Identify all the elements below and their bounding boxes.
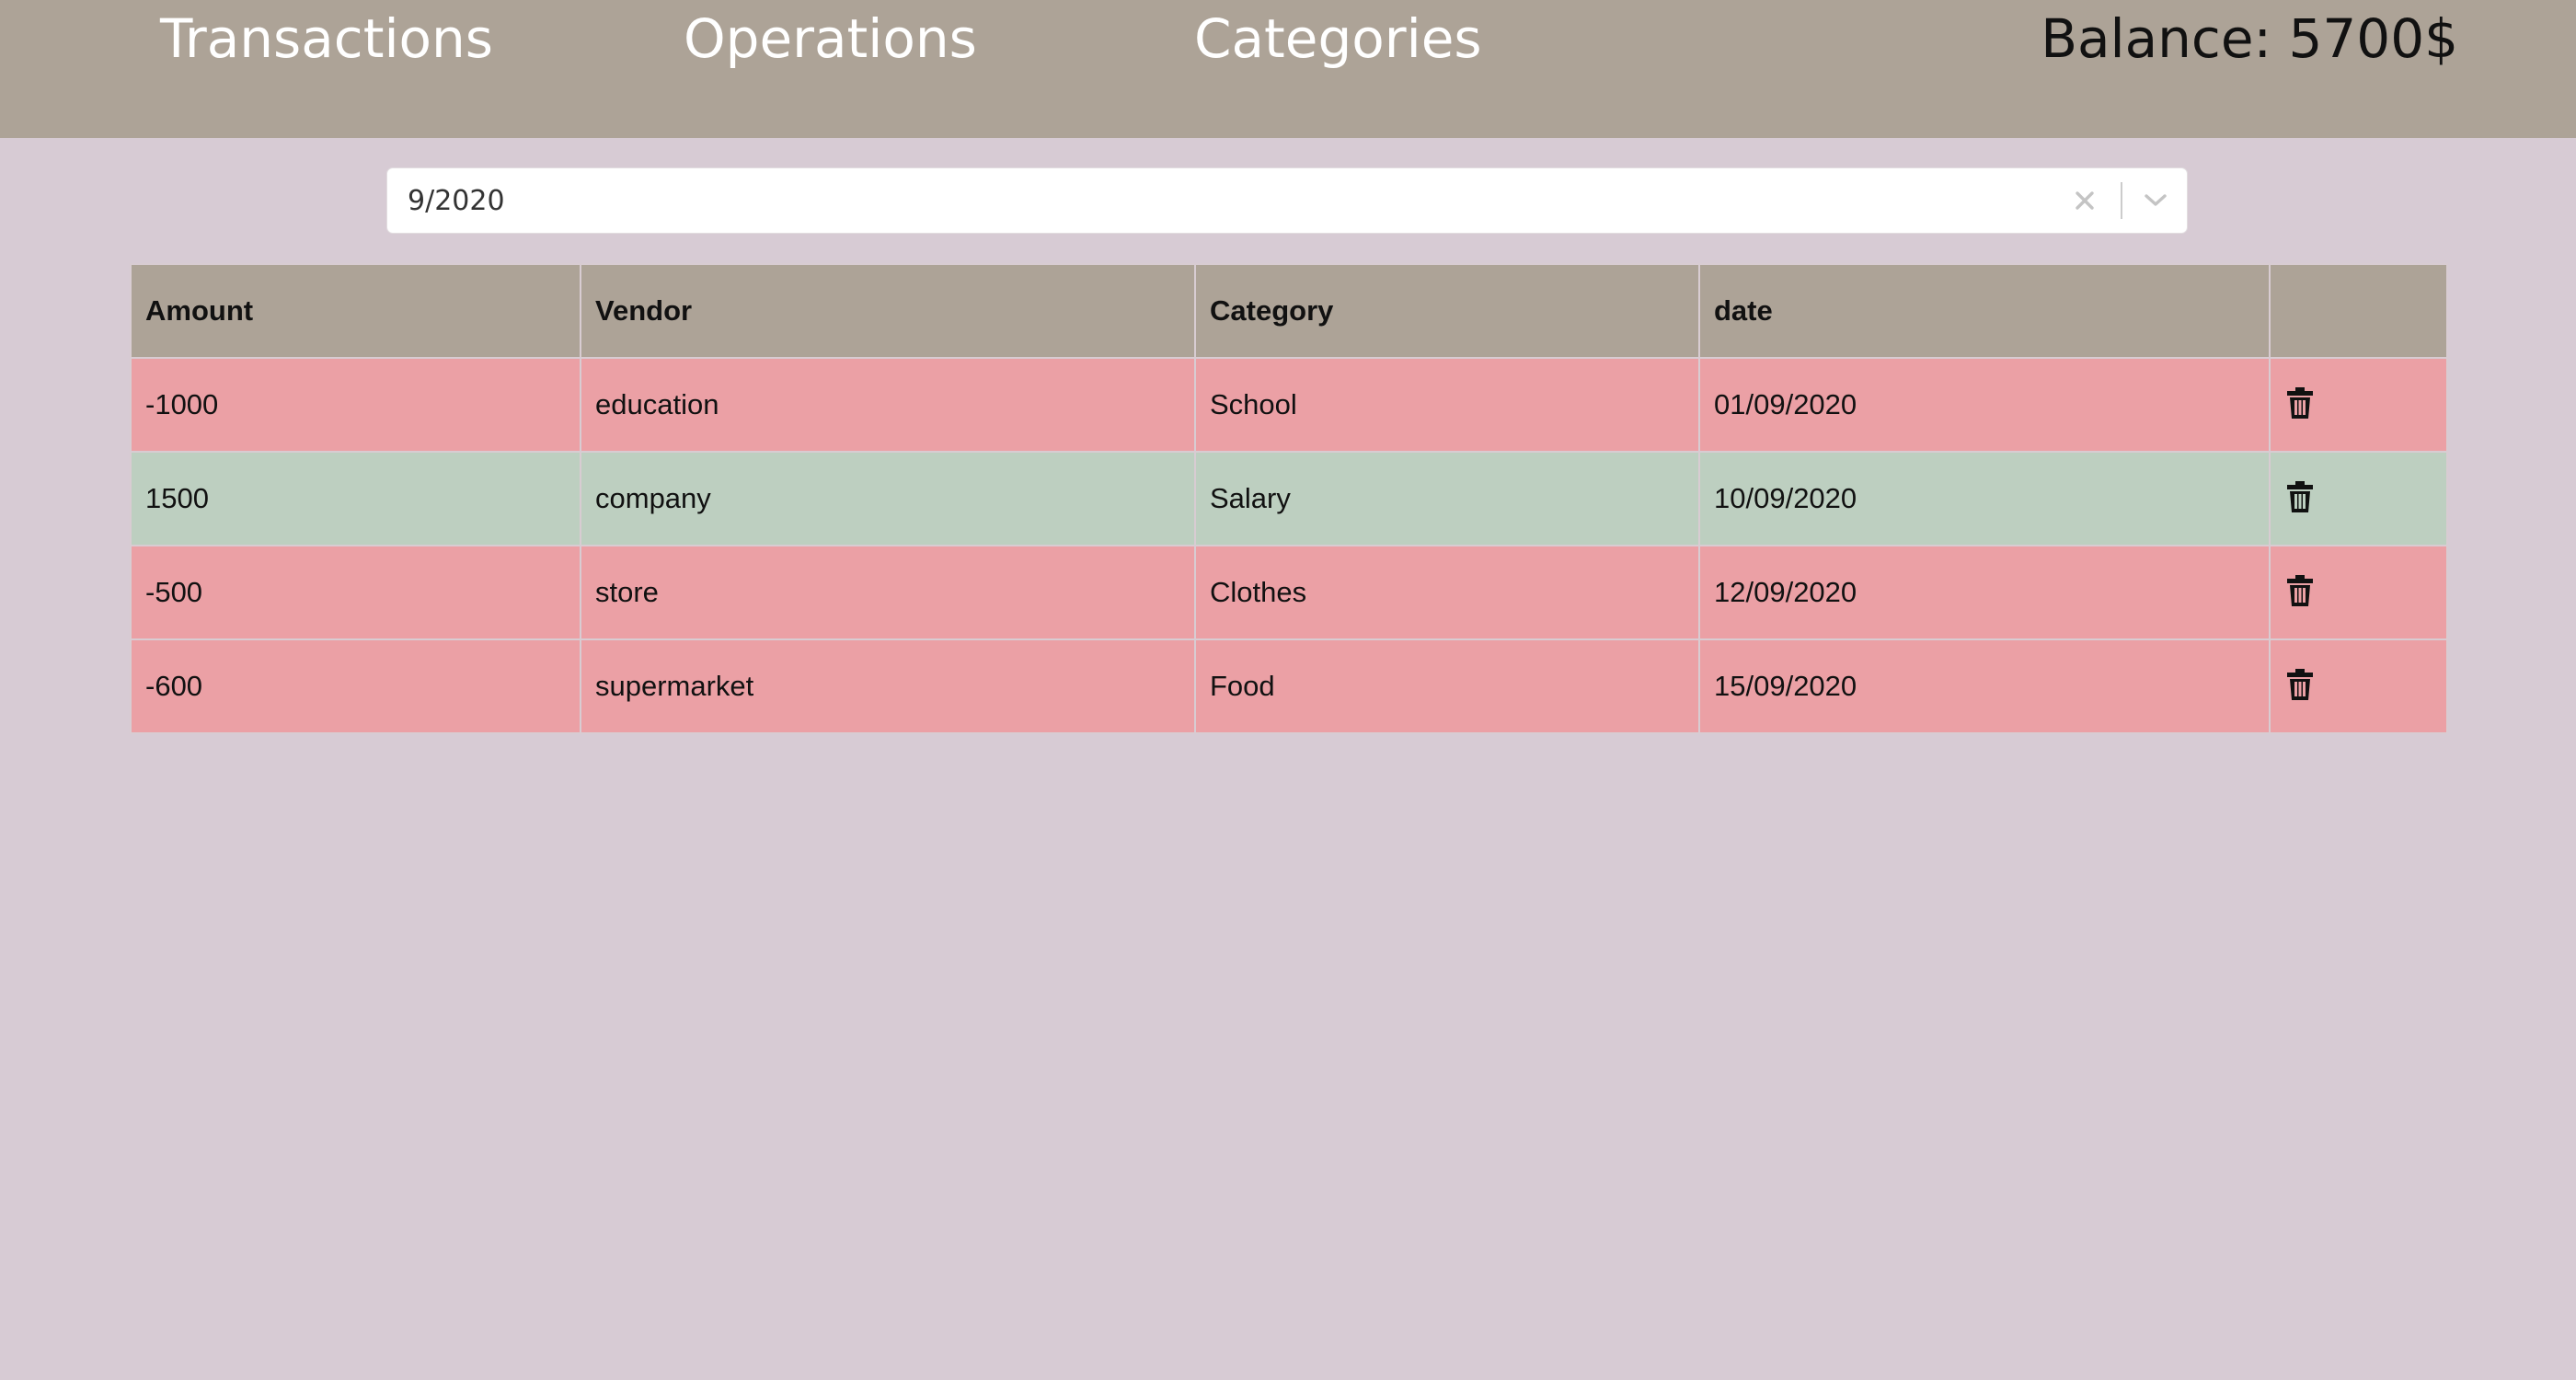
top-navbar: Transactions Operations Categories Balan…	[0, 0, 2576, 138]
chevron-down-icon	[2145, 194, 2167, 206]
actions-cell	[2269, 545, 2448, 640]
date-cell: 15/09/2020	[1698, 638, 2271, 734]
transactions-table: Amount Vendor Category date -1000 educat…	[130, 263, 2448, 734]
category-cell: Salary	[1194, 451, 1700, 546]
nav-categories-link[interactable]: Categories	[1194, 2, 1482, 75]
actions-cell	[2269, 451, 2448, 546]
table-row: -500 store Clothes 12/09/2020	[130, 545, 2448, 640]
amount-cell: -500	[130, 545, 581, 640]
category-cell: Food	[1194, 638, 1700, 734]
amount-cell: -1000	[130, 357, 581, 453]
delete-button[interactable]	[2284, 385, 2316, 421]
actions-cell	[2269, 638, 2448, 734]
close-icon	[2076, 191, 2094, 210]
amount-column-header: Amount	[130, 263, 581, 359]
category-cell: School	[1194, 357, 1700, 453]
vendor-cell: education	[580, 357, 1196, 453]
dropdown-toggle-button[interactable]	[2125, 167, 2186, 234]
select-separator	[2121, 182, 2122, 219]
nav-operations-link[interactable]: Operations	[684, 2, 977, 75]
category-cell: Clothes	[1194, 545, 1700, 640]
date-cell: 10/09/2020	[1698, 451, 2271, 546]
trash-icon	[2287, 480, 2313, 512]
date-cell: 12/09/2020	[1698, 545, 2271, 640]
trash-icon	[2287, 574, 2313, 606]
category-column-header: Category	[1194, 263, 1700, 359]
month-select-value: 9/2020	[408, 185, 505, 217]
trash-icon	[2287, 386, 2313, 419]
amount-cell: -600	[130, 638, 581, 734]
delete-button[interactable]	[2284, 666, 2316, 703]
clear-selection-button[interactable]	[2057, 167, 2112, 234]
actions-column-header	[2269, 263, 2448, 359]
date-column-header: date	[1698, 263, 2271, 359]
vendor-cell: supermarket	[580, 638, 1196, 734]
table-header-row: Amount Vendor Category date	[130, 263, 2448, 359]
table-row: -600 supermarket Food 15/09/2020	[130, 638, 2448, 734]
nav-transactions-link[interactable]: Transactions	[160, 2, 493, 75]
table-row: 1500 company Salary 10/09/2020	[130, 451, 2448, 546]
amount-cell: 1500	[130, 451, 581, 546]
vendor-cell: store	[580, 545, 1196, 640]
date-cell: 01/09/2020	[1698, 357, 2271, 453]
table-row: -1000 education School 01/09/2020	[130, 357, 2448, 453]
delete-button[interactable]	[2284, 572, 2316, 609]
balance-display: Balance: 5700$	[2041, 7, 2458, 70]
vendor-column-header: Vendor	[580, 263, 1196, 359]
delete-button[interactable]	[2284, 478, 2316, 515]
trash-icon	[2287, 668, 2313, 700]
vendor-cell: company	[580, 451, 1196, 546]
month-select[interactable]: 9/2020	[386, 167, 2188, 234]
actions-cell	[2269, 357, 2448, 453]
